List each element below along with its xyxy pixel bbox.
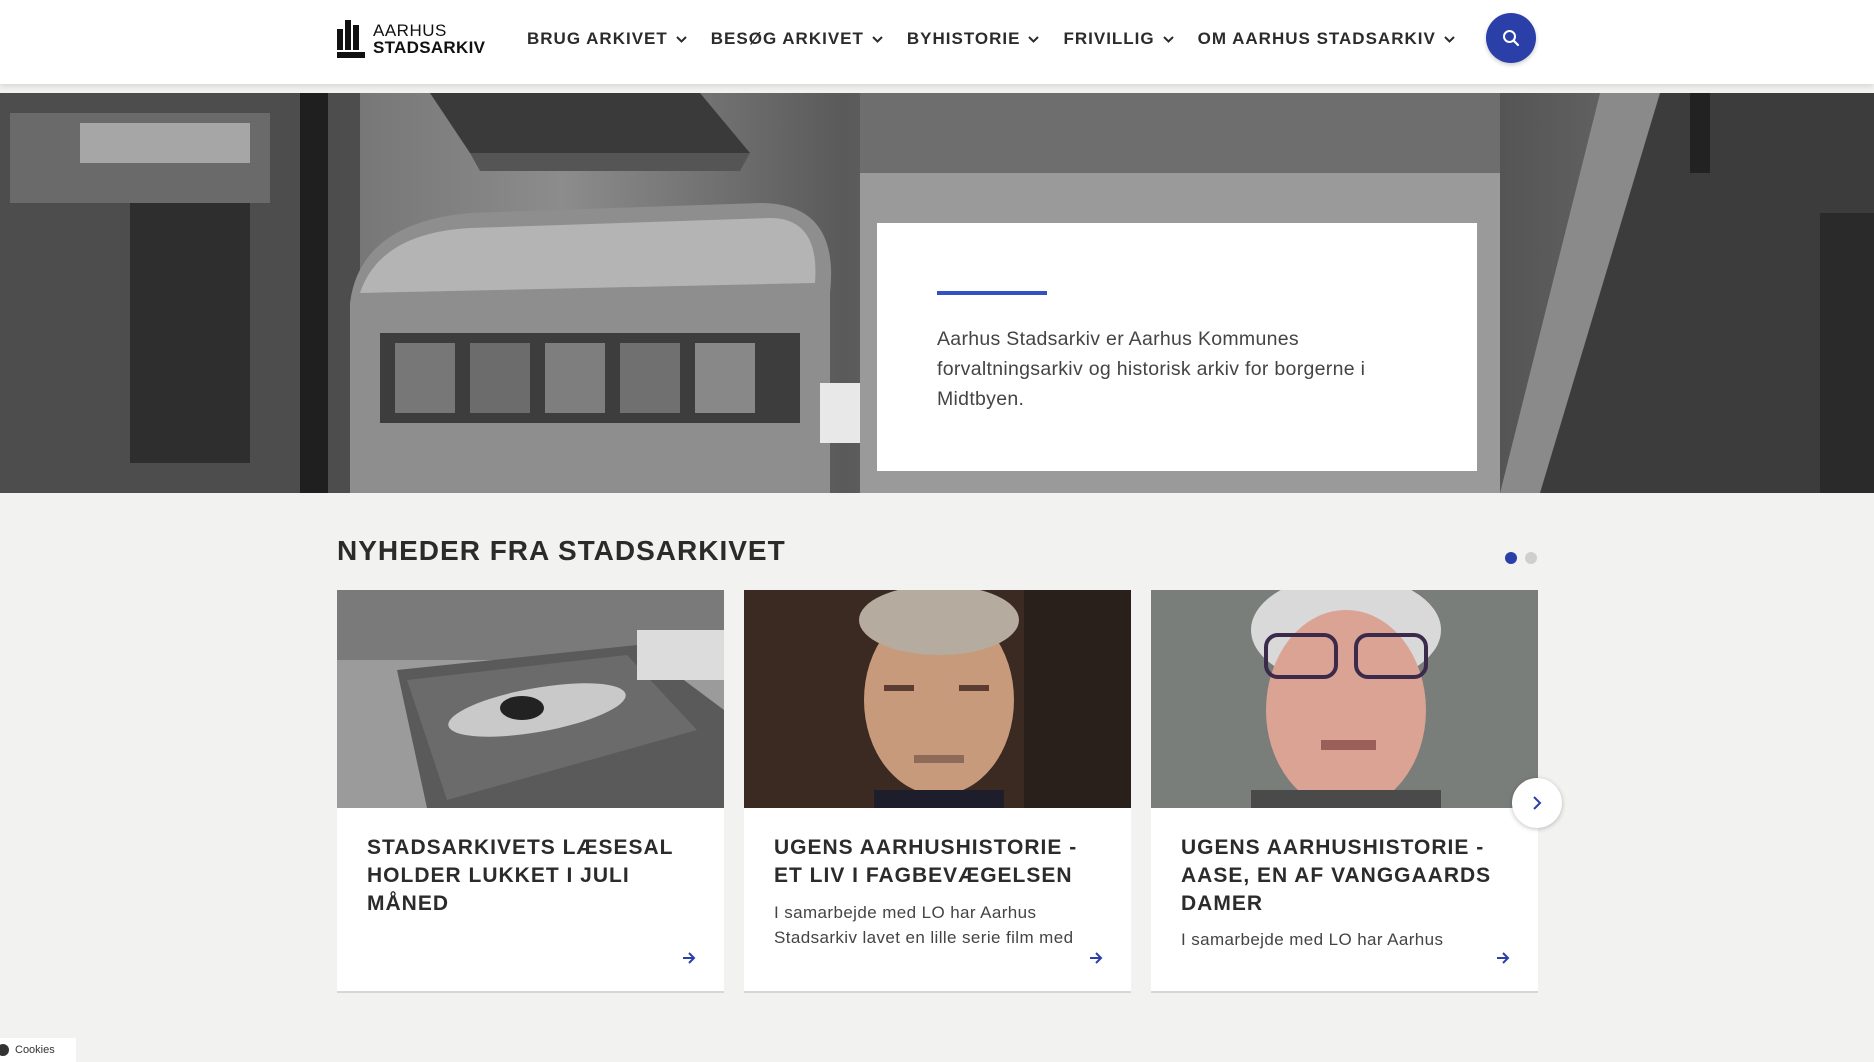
cookie-icon <box>0 1044 9 1056</box>
news-card-title: UGENS AARHUSHISTORIE - ET LIV I FAGBEVÆG… <box>774 836 1078 887</box>
logo-text: AARHUS STADSARKIV <box>373 22 485 56</box>
hero-accent-line <box>937 291 1047 295</box>
chevron-down-icon <box>676 35 687 43</box>
carousel-dot-1[interactable] <box>1505 552 1517 564</box>
chevron-down-icon <box>1444 35 1455 43</box>
news-card-image <box>744 590 1131 808</box>
news-card[interactable]: UGENS AARHUSHISTORIE - ET LIV I FAGBEVÆG… <box>744 590 1131 993</box>
news-section-title: NYHEDER FRA STADSARKIVET <box>337 535 786 566</box>
nav-item-label: OM AARHUS STADSARKIV <box>1197 29 1436 48</box>
chevron-down-icon <box>1162 35 1174 43</box>
chevron-right-icon <box>1533 796 1542 810</box>
site-logo[interactable]: AARHUS STADSARKIV <box>337 20 485 58</box>
chevron-down-icon <box>1028 35 1040 43</box>
news-card[interactable]: UGENS AARHUSHISTORIE - AASE, EN AF VANGG… <box>1151 590 1538 993</box>
site-header: AARHUS STADSARKIV BRUG ARKIVET BESØG ARK… <box>0 0 1874 84</box>
nav-item-label: FRIVILLIG <box>1063 29 1155 48</box>
arrow-right-icon <box>683 952 696 964</box>
carousel-dot-2[interactable] <box>1525 552 1537 564</box>
nav-item-label: BYHISTORIE <box>906 29 1021 48</box>
logo-line-2: STADSARKIV <box>373 38 486 57</box>
search-button[interactable] <box>1486 13 1536 63</box>
hero-banner: Aarhus Stadsarkiv er Aarhus Kommunes for… <box>0 93 1874 493</box>
news-card-excerpt: I samarbejde med LO har Aarhus Stadsarki… <box>774 903 1074 947</box>
logo-bars-icon <box>337 20 365 58</box>
search-icon <box>1503 30 1520 47</box>
hero-intro-card: Aarhus Stadsarkiv er Aarhus Kommunes for… <box>877 223 1477 471</box>
news-card-image <box>1151 590 1538 808</box>
news-card-title: UGENS AARHUSHISTORIE - AASE, EN AF VANGG… <box>1181 836 1492 915</box>
arrow-right-icon <box>1497 952 1510 964</box>
news-card-title: STADSARKIVETS LÆSESAL HOLDER LUKKET I JU… <box>367 836 674 915</box>
main-nav: BRUG ARKIVET BESØG ARKIVET BYHISTORIE FR… <box>527 27 1479 51</box>
news-card[interactable]: STADSARKIVETS LÆSESAL HOLDER LUKKET I JU… <box>337 590 724 993</box>
news-card-excerpt: I samarbejde med LO har Aarhus <box>1181 930 1444 949</box>
carousel-next-button[interactable] <box>1512 778 1562 828</box>
nav-item-besog-arkivet[interactable]: BESØG ARKIVET <box>711 29 883 49</box>
nav-item-om-aarhus-stadsarkiv[interactable]: OM AARHUS STADSARKIV <box>1198 29 1455 49</box>
nav-item-brug-arkivet[interactable]: BRUG ARKIVET <box>527 29 687 49</box>
arrow-right-icon <box>1090 952 1103 964</box>
nav-item-byhistorie[interactable]: BYHISTORIE <box>907 29 1040 49</box>
nav-item-label: BESØG ARKIVET <box>710 29 864 48</box>
cookie-settings-tab[interactable]: Cookies <box>0 1038 76 1062</box>
nav-item-frivillig[interactable]: FRIVILLIG <box>1063 29 1174 49</box>
hero-intro-text: Aarhus Stadsarkiv er Aarhus Kommunes for… <box>937 328 1366 410</box>
cookie-label: Cookies <box>15 1044 55 1056</box>
nav-item-label: BRUG ARKIVET <box>527 29 668 48</box>
logo-line-1: AARHUS <box>373 21 447 40</box>
chevron-down-icon <box>872 35 883 43</box>
carousel-dots <box>1505 552 1545 564</box>
news-card-image <box>337 590 724 808</box>
